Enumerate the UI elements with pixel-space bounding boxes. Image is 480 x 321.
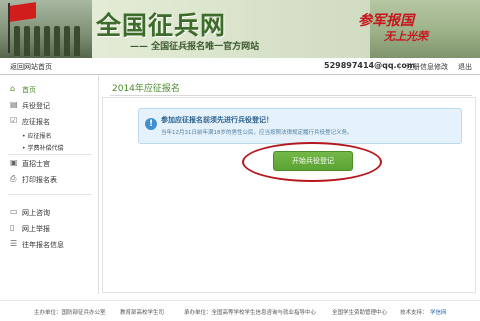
flag-icon <box>10 2 36 22</box>
slogan-line2: 无上光荣 <box>384 30 428 43</box>
separator: | <box>398 62 401 70</box>
soldier-figure <box>14 26 20 56</box>
soldier-figure <box>44 26 50 56</box>
sidebar-item-label: 打印报名表 <box>22 176 57 184</box>
id-card-icon: ▣ <box>10 158 18 167</box>
footer-host: 主办单位：国防部征兵办公室 <box>34 310 106 316</box>
report-icon: ▯ <box>10 223 15 232</box>
sidebar-item-label: 网上咨询 <box>22 209 50 217</box>
soldier-figure <box>54 26 60 56</box>
list-icon: ☰ <box>10 239 18 248</box>
footer-host2: 教育部高校学生司 <box>120 310 165 316</box>
divider <box>8 194 92 195</box>
sidebar-item-label: 网上举报 <box>22 225 50 233</box>
printer-icon: ⎙ <box>10 174 17 183</box>
sidebar-item-label: 应征报名 <box>22 118 50 126</box>
divider <box>8 154 92 155</box>
footer-organizer2: 全国学生资助管理中心 <box>332 310 388 316</box>
site-banner: 全国征兵网 —— 全国征兵报名唯一官方网站 参军报国 无上光荣 <box>0 0 480 58</box>
slogan-line1: 参军报国 <box>358 13 414 29</box>
register-info-link[interactable]: 注册信息修改 <box>406 62 448 72</box>
top-bar: 返回网站首页 529897414@qq.com | 注册信息修改 退出 <box>0 58 480 75</box>
footer: 主办单位：国防部征兵办公室 教育部高校学生司 承办单位：全国高等学校学生信息咨询… <box>0 300 480 321</box>
site-subtitle: —— 全国征兵报名唯一官方网站 <box>130 42 260 52</box>
soldiers-image <box>0 0 92 58</box>
soldier-figure <box>34 26 40 56</box>
notice-text: 当年12月31日前年满18岁的男性公民，应当按照法律规定履行兵役登记义务。 <box>161 130 353 136</box>
footer-support-label: 技术支持： <box>400 310 428 316</box>
soldier-figure <box>64 26 70 56</box>
sidebar: ⌂ 首页 ▤ 兵役登记 ☑ 应征报名 • 应征报名 • 学费补偿代偿 ▣ 直招士… <box>0 76 99 294</box>
info-icon: ! <box>145 118 157 130</box>
notice-box: ! 参加应征报名前须先进行兵役登记！ 当年12月31日前年满18岁的男性公民，应… <box>138 108 462 144</box>
footer-organizer: 承办单位：全国高等学校学生信息咨询与就业指导中心 <box>184 310 317 316</box>
soldier-figure <box>24 26 30 56</box>
page-title: 2014年应征报名 <box>112 84 180 94</box>
logout-link[interactable]: 退出 <box>458 62 472 72</box>
chat-icon: ▭ <box>10 207 18 216</box>
document-icon: ▤ <box>10 100 18 109</box>
start-registration-button[interactable]: 开始兵役登记 <box>273 151 353 171</box>
sidebar-subitem-label: • 应征报名 <box>22 133 52 140</box>
sidebar-item-label: 兵役登记 <box>22 102 50 110</box>
title-divider <box>110 95 472 96</box>
notice-title: 参加应征报名前须先进行兵役登记！ <box>161 116 273 124</box>
home-icon: ⌂ <box>10 84 16 93</box>
sidebar-subitem-label: • 学费补偿代偿 <box>22 145 64 152</box>
footer-support-link[interactable]: 学信网 <box>430 308 447 316</box>
checkbox-icon: ☑ <box>10 116 18 125</box>
back-home-link[interactable]: 返回网站首页 <box>10 62 52 72</box>
sidebar-item-label: 往年报名信息 <box>22 241 64 249</box>
sidebar-item-label: 直招士官 <box>22 160 50 168</box>
sidebar-item-label: 首页 <box>22 86 36 94</box>
soldier-figure <box>74 26 80 56</box>
site-title: 全国征兵网 <box>96 11 227 40</box>
user-email: 529897414@qq.com <box>324 61 416 70</box>
